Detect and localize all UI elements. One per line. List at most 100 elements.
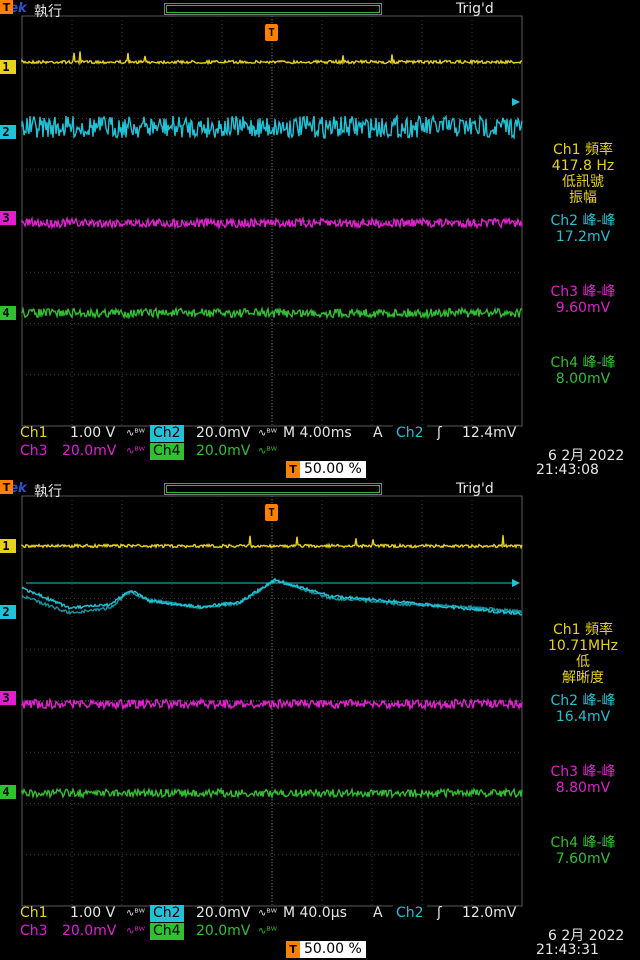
trigger-position[interactable]: T 50.00 % xyxy=(286,941,366,958)
record-length-bar xyxy=(164,483,382,495)
ac-coupling-bandwidth-icon: ∿ᴮᵂ xyxy=(258,428,277,439)
ch3-ground-marker[interactable]: 3 xyxy=(0,211,16,225)
ch4-scale[interactable]: 20.0mV xyxy=(196,443,250,459)
ch1-measure-name: Ch1 頻率 xyxy=(552,622,613,638)
trigger-level-marker xyxy=(512,98,520,106)
trigger-position-icon: T xyxy=(287,942,299,957)
ch1-measure-note: 振幅 xyxy=(569,190,597,206)
ch2-label[interactable]: Ch2 xyxy=(150,905,184,922)
ac-coupling-bandwidth-icon: ∿ᴮᵂ xyxy=(258,908,277,919)
top-status-bar: Tek 執行 T Trig'd xyxy=(0,480,640,501)
trigger-source[interactable]: Ch2 xyxy=(393,425,427,442)
ch1-measure-value: 417.8 Hz xyxy=(551,158,615,174)
ch1-measure-name: Ch1 頻率 xyxy=(552,142,613,158)
ch2-ground-marker[interactable]: 2 xyxy=(0,125,16,139)
ch2-measure-value: 16.4mV xyxy=(555,709,611,725)
ch1-trace xyxy=(21,51,523,66)
record-window xyxy=(166,485,380,493)
rising-edge-icon: ʃ xyxy=(437,425,442,441)
rising-edge-icon: ʃ xyxy=(437,905,442,921)
timebase[interactable]: M 40.0µs xyxy=(283,905,347,921)
acquisition-state[interactable]: 執行 xyxy=(34,481,62,501)
trigger-status: Trig'd xyxy=(456,481,494,497)
ch4-label[interactable]: Ch4 xyxy=(150,923,184,940)
ch2-ground-marker[interactable]: 2 xyxy=(0,605,16,619)
ch4-ground-marker[interactable]: 4 xyxy=(0,785,16,799)
ac-coupling-bandwidth-icon: ∿ᴮᵂ xyxy=(258,926,277,937)
ch2-measure-value: 17.2mV xyxy=(555,229,611,245)
trigger-marker[interactable]: T xyxy=(265,24,278,41)
ch1-measure-note: 解晰度 xyxy=(562,670,604,686)
ch3-label[interactable]: Ch3 xyxy=(20,923,48,939)
ch3-scale[interactable]: 20.0mV xyxy=(62,923,116,939)
ch4-ground-marker[interactable]: 4 xyxy=(0,306,16,320)
ch3-measurement: Ch3 峰-峰 8.80mV xyxy=(526,764,640,796)
ch2-scale[interactable]: 20.0mV xyxy=(196,905,250,921)
scope-screen-1: Tek 執行 T Trig'd T 1 2 3 4 Ch1 頻率 417.8 H… xyxy=(0,0,640,480)
ch3-measurement: Ch3 峰-峰 9.60mV xyxy=(526,284,640,316)
ch3-measure-name: Ch3 峰-峰 xyxy=(550,764,616,780)
ch4-measure-value: 8.00mV xyxy=(555,371,611,387)
trigger-mode: A xyxy=(373,425,383,441)
ch3-measure-name: Ch3 峰-峰 xyxy=(550,284,616,300)
svg-text:T: T xyxy=(3,481,11,494)
ch1-measure-note: 低訊號 xyxy=(562,174,604,190)
ch3-ground-marker[interactable]: 3 xyxy=(0,691,16,705)
ch4-measure-name: Ch4 峰-峰 xyxy=(550,355,616,371)
trigger-level[interactable]: 12.0mV xyxy=(462,905,516,921)
trigger-marker[interactable]: T xyxy=(265,504,278,521)
trigger-status: Trig'd xyxy=(456,1,494,17)
ch3-label[interactable]: Ch3 xyxy=(20,443,48,459)
ch4-label[interactable]: Ch4 xyxy=(150,443,184,460)
ac-coupling-bandwidth-icon: ∿ᴮᵂ xyxy=(126,926,145,937)
time: 21:43:31 xyxy=(536,942,599,958)
measurement-panel: Ch1 頻率 10.71MHz 低 解晰度 xyxy=(526,622,640,686)
trigger-position[interactable]: T 50.00 % xyxy=(286,461,366,478)
ch3-measure-value: 9.60mV xyxy=(555,300,611,316)
ch2-scale[interactable]: 20.0mV xyxy=(196,425,250,441)
ch2-measurement: Ch2 峰-峰 16.4mV xyxy=(526,693,640,725)
scope-screen-2: Tek 執行 T Trig'd T 1 2 3 4 Ch1 頻率 10.71MH… xyxy=(0,480,640,960)
trigger-level-marker xyxy=(512,579,520,587)
trigger-level[interactable]: 12.4mV xyxy=(462,425,516,441)
ch4-measure-value: 7.60mV xyxy=(555,851,611,867)
ch4-measurement: Ch4 峰-峰 8.00mV xyxy=(526,355,640,387)
ch1-scale[interactable]: 1.00 V xyxy=(70,425,115,441)
ac-coupling-bandwidth-icon: ∿ᴮᵂ xyxy=(258,446,277,457)
svg-text:T: T xyxy=(3,1,11,14)
timebase[interactable]: M 4.00ms xyxy=(283,425,352,441)
trigger-mode: A xyxy=(373,905,383,921)
trigger-position-icon: T xyxy=(0,0,13,14)
trigger-position-value: 50.00 % xyxy=(304,941,362,957)
record-length-bar xyxy=(164,3,382,15)
ch1-ground-marker[interactable]: 1 xyxy=(0,539,16,553)
ch4-measurement: Ch4 峰-峰 7.60mV xyxy=(526,835,640,867)
ch1-label[interactable]: Ch1 xyxy=(20,905,48,921)
ch2-label[interactable]: Ch2 xyxy=(150,425,184,442)
acquisition-state[interactable]: 執行 xyxy=(34,1,62,21)
top-status-bar: Tek 執行 T Trig'd xyxy=(0,0,640,21)
bottom-status: Ch1 1.00 V ∿ᴮᵂ Ch2 20.0mV ∿ᴮᵂ M 40.0µs A… xyxy=(0,905,640,960)
bottom-status: Ch1 1.00 V ∿ᴮᵂ Ch2 20.0mV ∿ᴮᵂ M 4.00ms A… xyxy=(0,425,640,480)
ch1-label[interactable]: Ch1 xyxy=(20,425,48,441)
ch3-scale[interactable]: 20.0mV xyxy=(62,443,116,459)
trigger-position-value: 50.00 % xyxy=(304,461,362,477)
trigger-position-icon: T xyxy=(287,462,299,477)
ac-coupling-bandwidth-icon: ∿ᴮᵂ xyxy=(126,428,145,439)
ch2-measurement: Ch2 峰-峰 17.2mV xyxy=(526,213,640,245)
ch2-measure-name: Ch2 峰-峰 xyxy=(550,693,616,709)
ch1-ground-marker[interactable]: 1 xyxy=(0,60,16,74)
ch4-scale[interactable]: 20.0mV xyxy=(196,923,250,939)
ac-coupling-bandwidth-icon: ∿ᴮᵂ xyxy=(126,446,145,457)
record-window xyxy=(166,5,380,13)
ch1-measure-value: 10.71MHz xyxy=(547,638,619,654)
ac-coupling-bandwidth-icon: ∿ᴮᵂ xyxy=(126,908,145,919)
trigger-source[interactable]: Ch2 xyxy=(393,905,427,922)
trigger-position-icon: T xyxy=(0,480,13,494)
ch2-measure-name: Ch2 峰-峰 xyxy=(550,213,616,229)
ch1-scale[interactable]: 1.00 V xyxy=(70,905,115,921)
ch4-measure-name: Ch4 峰-峰 xyxy=(550,835,616,851)
time: 21:43:08 xyxy=(536,462,599,478)
measurement-panel: Ch1 頻率 417.8 Hz 低訊號 振幅 xyxy=(526,142,640,206)
ch3-measure-value: 8.80mV xyxy=(555,780,611,796)
